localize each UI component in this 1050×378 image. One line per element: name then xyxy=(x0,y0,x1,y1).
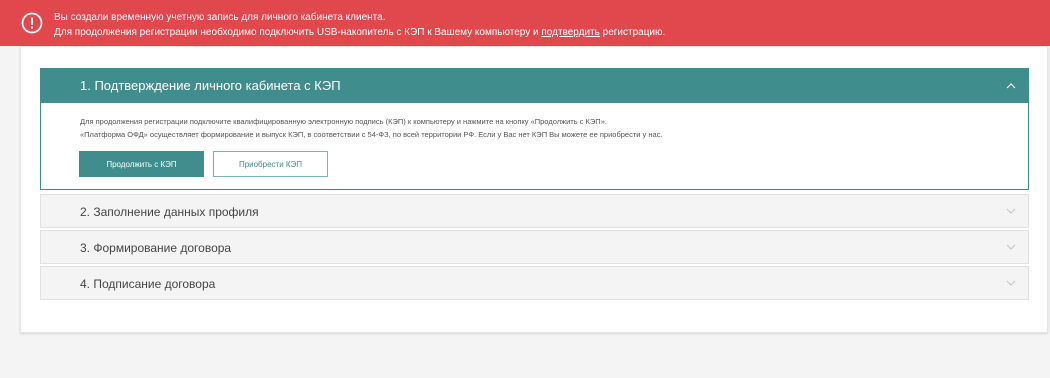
step-4-title: 4. Подписание договора xyxy=(80,277,216,291)
step-1-description: Для продолжения регистрации подключите к… xyxy=(80,116,663,141)
step-1-description-line-2: «Платформа ОФД» осуществляет формировани… xyxy=(80,129,663,139)
confirm-registration-link[interactable]: подтвердить xyxy=(541,27,599,38)
alert-line-2-end: регистрацию. xyxy=(599,27,666,38)
chevron-down-icon xyxy=(1006,280,1016,286)
chevron-up-icon[interactable] xyxy=(1006,83,1016,89)
step-2-header[interactable]: 2. Заполнение данных профиля xyxy=(40,194,1029,228)
step-1-header[interactable]: 1. Подтверждение личного кабинета с КЭП xyxy=(41,69,1028,103)
buy-kep-button[interactable]: Приобрести КЭП xyxy=(213,151,328,177)
chevron-down-icon xyxy=(1006,208,1016,214)
step-1-panel: 1. Подтверждение личного кабинета с КЭП … xyxy=(40,68,1029,190)
step-3-title: 3. Формирование договора xyxy=(80,241,232,255)
step-1-title: 1. Подтверждение личного кабинета с КЭП xyxy=(80,78,341,93)
alert-line-2: Для продолжения регистрации необходимо п… xyxy=(54,25,665,40)
step-4-header[interactable]: 4. Подписание договора xyxy=(40,266,1029,300)
alert-line-1: Вы создали временную учетную запись для … xyxy=(54,12,386,23)
step-3-header[interactable]: 3. Формирование договора xyxy=(40,230,1029,264)
step-2-title: 2. Заполнение данных профиля xyxy=(80,205,259,219)
registration-alert-banner: Вы создали временную учетную запись для … xyxy=(0,0,1050,46)
chevron-down-icon xyxy=(1006,244,1016,250)
exclamation-circle-icon xyxy=(21,12,43,34)
continue-with-kep-button[interactable]: Продолжить с КЭП xyxy=(79,151,204,177)
alert-message: Вы создали временную учетную запись для … xyxy=(54,10,665,40)
alert-line-2-text: Для продолжения регистрации необходимо п… xyxy=(54,27,542,38)
step-1-description-line-1: Для продолжения регистрации подключите к… xyxy=(80,117,607,126)
